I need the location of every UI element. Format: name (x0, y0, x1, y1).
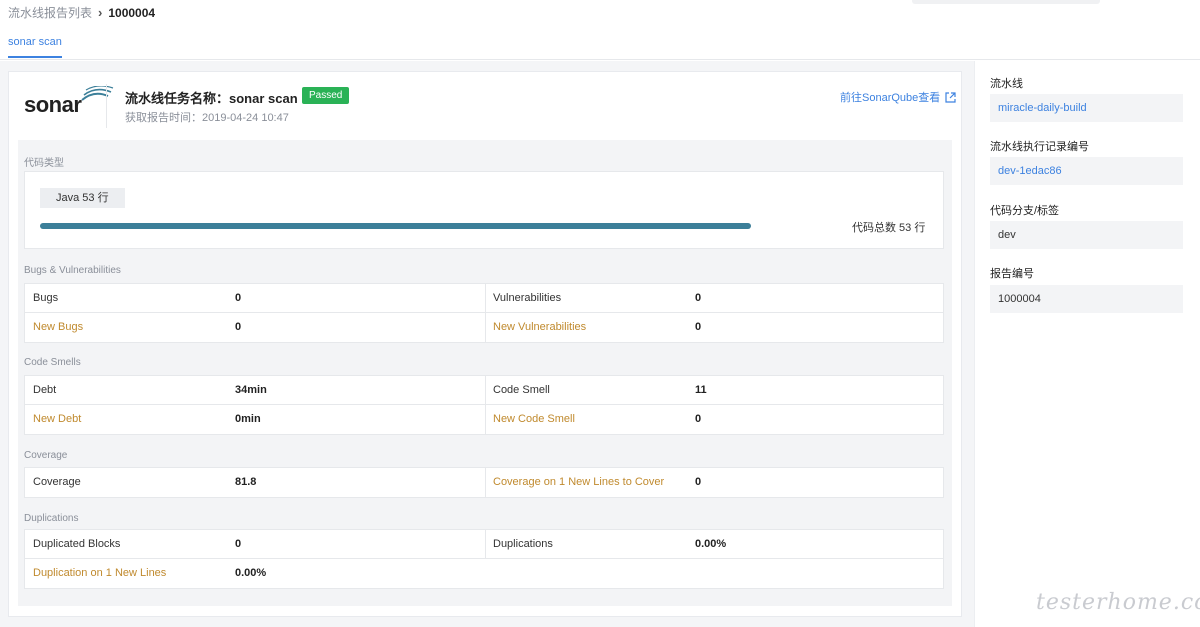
breadcrumb-current: 1000004 (108, 5, 156, 20)
metric-label: Duplications (493, 538, 553, 550)
metric-label-new: New Debt (33, 413, 82, 425)
metric-label: Duplicated Blocks (33, 538, 121, 550)
metric-value: 0 (235, 538, 242, 550)
metric-value: 34min (235, 384, 267, 396)
duplications-table: Duplicated Blocks 0 Duplications 0.00% D… (24, 529, 944, 589)
watermark: testerhome.com (1036, 590, 1200, 615)
metric-label-new: Coverage on 1 New Lines to Cover (493, 476, 665, 488)
pipeline-task-title: 流水线任务名称：sonar scan (125, 91, 298, 106)
bugs-table: Bugs 0 Vulnerabilities 0 New Bugs 0 New … (24, 283, 944, 343)
metric-label-new: Duplication on 1 New Lines (33, 567, 167, 579)
coverage-table: Coverage 81.8 Coverage on 1 New Lines to… (24, 467, 944, 498)
tab-bar: sonar scan (0, 26, 1200, 60)
exec-record-label: 流水线执行记录编号 (990, 141, 1089, 153)
tab-sonar-scan[interactable]: sonar scan (8, 36, 62, 58)
header-divider (106, 84, 107, 128)
sonar-waves-icon (81, 86, 114, 101)
table-row: Coverage 81.8 Coverage on 1 New Lines to… (25, 468, 943, 497)
branch-value: dev (990, 221, 1183, 249)
metric-value: 0 (235, 292, 242, 304)
metric-value: 11 (695, 384, 707, 396)
table-row: Bugs 0 Vulnerabilities 0 (25, 284, 943, 313)
sonar-logo: sonar (24, 86, 114, 126)
code-type-box (24, 171, 944, 249)
sonarqube-link[interactable]: 前往SonarQube查看 (840, 89, 956, 105)
report-number-value: 1000004 (990, 285, 1183, 313)
metric-value: 0.00% (235, 567, 267, 579)
top-bar: 流水线报告列表 › 1000004 (0, 0, 1200, 26)
code-total: 代码总数 53 行 (852, 222, 926, 234)
metric-label-new: New Vulnerabilities (493, 321, 587, 333)
smells-table: Debt 34min Code Smell 11 New Debt 0min N… (24, 375, 944, 435)
metric-label: Code Smell (493, 384, 550, 396)
code-progress-bar (40, 223, 751, 229)
pipeline-link[interactable]: miracle-daily-build (990, 94, 1183, 122)
code-progress-fill (40, 223, 751, 229)
metric-value: 0 (695, 413, 702, 425)
table-row: Debt 34min Code Smell 11 (25, 376, 943, 405)
status-badge: Passed (302, 87, 350, 104)
sonar-logo-text: sonar (24, 92, 82, 117)
metric-label: Debt (33, 384, 57, 396)
fetch-time: 获取报告时间：2019-04-24 10:47 (125, 112, 289, 124)
breadcrumb: 流水线报告列表 › 1000004 (8, 4, 155, 21)
breadcrumb-parent-link[interactable]: 流水线报告列表 (8, 4, 92, 21)
metric-label-new: New Bugs (33, 321, 84, 333)
exec-record-link[interactable]: dev-1edac86 (990, 157, 1183, 185)
metric-value: 0 (695, 476, 702, 488)
section-label-coverage: Coverage (24, 450, 68, 461)
metric-value: 0.00% (695, 538, 727, 550)
branch-label: 代码分支/标签 (990, 205, 1060, 217)
language-tag: Java 53 行 (40, 188, 125, 208)
metric-value: 0 (695, 292, 702, 304)
top-right-panel-edge (912, 0, 1100, 4)
metric-value: 0min (235, 413, 261, 425)
table-row: New Debt 0min New Code Smell 0 (25, 405, 943, 434)
external-link-icon (945, 91, 956, 103)
metric-label: Vulnerabilities (493, 292, 562, 304)
sonarqube-link-label: 前往SonarQube查看 (840, 92, 941, 104)
table-row: New Bugs 0 New Vulnerabilities 0 (25, 313, 943, 342)
pipeline-label: 流水线 (990, 78, 1023, 90)
metric-label: Coverage (33, 476, 81, 488)
metric-label: Bugs (33, 292, 59, 304)
metric-value: 81.8 (235, 476, 257, 488)
metric-label-new: New Code Smell (493, 413, 575, 425)
table-row: Duplication on 1 New Lines 0.00% (25, 559, 943, 588)
metric-value: 0 (235, 321, 242, 333)
chevron-right-icon: › (98, 5, 103, 20)
section-label-code-type: 代码类型 (24, 158, 64, 169)
section-label-bugs: Bugs & Vulnerabilities (24, 265, 121, 276)
metric-value: 0 (695, 321, 702, 333)
report-number-label: 报告编号 (990, 268, 1034, 280)
section-label-smells: Code Smells (24, 357, 81, 368)
table-row: Duplicated Blocks 0 Duplications 0.00% (25, 530, 943, 559)
section-label-duplications: Duplications (24, 513, 79, 524)
